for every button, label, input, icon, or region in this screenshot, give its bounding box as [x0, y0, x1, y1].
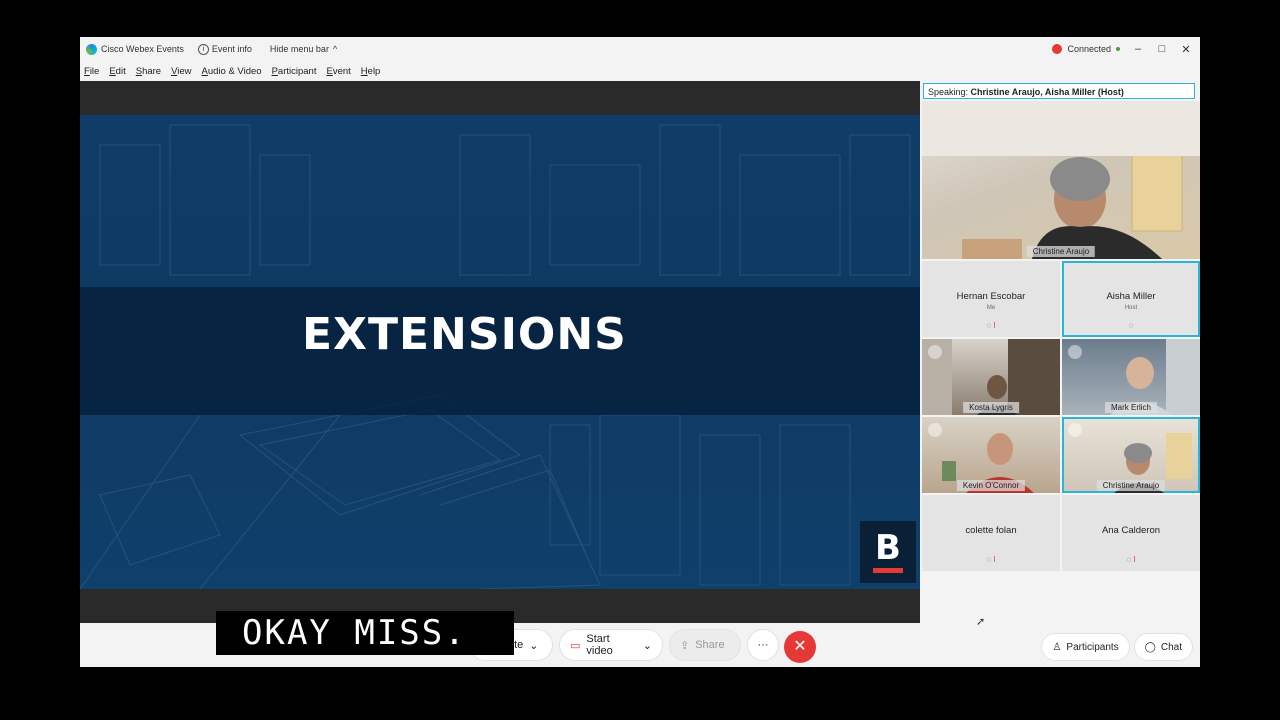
menu-view[interactable]: View — [171, 66, 191, 77]
video-off-icon: ▭ — [570, 639, 581, 652]
chat-label: Chat — [1160, 641, 1182, 653]
minimize-icon[interactable]: – — [1132, 43, 1144, 55]
chat-button[interactable]: ◯ Chat — [1134, 634, 1192, 660]
more-options-icon: ··· — [757, 639, 769, 651]
share-icon: ⇪ — [680, 639, 690, 652]
speaking-label: Speaking: — [928, 87, 969, 97]
leave-meeting-button[interactable]: ✕ — [784, 631, 816, 663]
chevron-up-icon: ^ — [332, 44, 338, 54]
hide-menu-bar-button[interactable]: Hide menu bar ^ — [270, 44, 337, 54]
participant-tile[interactable]: Mark Erlich — [1062, 339, 1200, 415]
menu-help[interactable]: Help — [361, 66, 381, 77]
participant-name: Aisha Miller — [1106, 291, 1156, 302]
pin-icon[interactable] — [928, 345, 942, 359]
active-speaker-name: Christine Araujo — [1026, 246, 1096, 257]
menu-file[interactable]: File — [84, 66, 99, 77]
mic-muted-icon: ǀ — [993, 555, 996, 564]
audio-status: ◌ ǀ — [922, 321, 1060, 330]
share-button[interactable]: ⇪ Share — [670, 630, 740, 660]
participant-name: Kosta Lygris — [963, 402, 1019, 413]
participant-tile[interactable]: Ana Calderon ◌ ǀ — [1062, 495, 1200, 571]
app-title: Cisco Webex Events — [86, 43, 184, 55]
participant-tile[interactable]: Kevin O'Connor — [922, 417, 1060, 493]
mic-muted-icon: ǀ — [1133, 555, 1136, 564]
participants-button[interactable]: ♙ Participants — [1042, 634, 1129, 660]
participant-role: Host — [1124, 305, 1138, 311]
start-video-label: Start video — [586, 633, 613, 657]
speaker-video-frame — [922, 101, 1200, 259]
menu-participant[interactable]: Participant — [272, 66, 317, 77]
participants-label: Participants — [1066, 641, 1119, 653]
menu-bar: File Edit Share View Audio & Video Parti… — [80, 61, 1200, 81]
hide-menu-label: Hide menu bar — [269, 44, 329, 54]
participant-tile[interactable]: Kosta Lygris — [922, 339, 1060, 415]
speaking-indicator: Speaking: Christine Araujo, Aisha Miller… — [923, 83, 1195, 99]
participant-name: Hernan Escobar — [956, 291, 1026, 302]
chat-bubble-icon: ◯ — [1144, 641, 1156, 653]
audio-status: ◌ ǀ — [922, 555, 1060, 564]
participant-tile[interactable]: colette folan ◌ ǀ — [922, 495, 1060, 571]
slide-title: EXTENSIONS — [302, 309, 627, 360]
mouse-cursor-icon: ➚ — [976, 616, 986, 628]
brand-logo: B — [860, 521, 916, 583]
recording-icon — [1052, 44, 1063, 54]
connected-dot-icon — [1116, 47, 1120, 51]
participant-role: Me — [986, 305, 996, 311]
chevron-down-icon: ⌄ — [529, 639, 539, 652]
start-video-button[interactable]: ▭ Start video ⌄ — [560, 630, 662, 660]
active-speaker-video[interactable]: Christine Araujo — [922, 101, 1200, 259]
info-icon: i — [197, 43, 209, 55]
person-icon: ♙ — [1052, 641, 1062, 653]
menu-audio-video[interactable]: Audio & Video — [202, 66, 262, 77]
participant-tile[interactable]: Hernan Escobar Me ◌ ǀ — [922, 261, 1060, 337]
participant-name: Ana Calderon — [1101, 525, 1161, 536]
app-title-text: Cisco Webex Events — [101, 44, 184, 54]
event-info-label: Event info — [211, 44, 252, 54]
title-bar: Cisco Webex Events i Event info Hide men… — [80, 37, 1200, 61]
panel-buttons: ♙ Participants ◯ Chat — [1042, 634, 1192, 660]
participant-name: Mark Erlich — [1104, 402, 1158, 413]
signal-icon: ◌ — [1126, 555, 1132, 564]
brand-logo-bar — [873, 568, 903, 573]
participant-name: colette folan — [965, 525, 1017, 536]
signal-icon: ◌ — [986, 321, 992, 330]
connection-status[interactable]: Connected — [1052, 44, 1120, 54]
signal-icon: ◌ — [1128, 321, 1134, 330]
connection-status-label: Connected — [1067, 44, 1111, 54]
menu-event[interactable]: Event — [326, 66, 350, 77]
pin-icon[interactable] — [1068, 423, 1082, 437]
speaking-names: Christine Araujo, Aisha Miller (Host) — [970, 87, 1124, 97]
menu-edit[interactable]: Edit — [109, 66, 125, 77]
shared-content-stage: EXTENSIONS B — [80, 81, 920, 623]
participant-name: Kevin O'Connor — [956, 480, 1026, 491]
menu-share[interactable]: Share — [136, 66, 161, 77]
webex-logo-icon — [86, 43, 97, 55]
webex-window: Cisco Webex Events i Event info Hide men… — [80, 37, 1200, 667]
brand-logo-letter: B — [875, 528, 901, 568]
share-label: Share — [695, 639, 725, 651]
presentation-slide: EXTENSIONS B — [80, 115, 920, 589]
audio-status: ◌ ǀ — [1062, 555, 1200, 564]
closed-caption: OKAY MISS. — [216, 611, 514, 655]
signal-icon: ◌ — [986, 555, 992, 564]
maximize-icon[interactable]: □ — [1156, 43, 1168, 55]
pin-icon[interactable] — [1068, 345, 1082, 359]
chevron-down-icon: ⌄ — [642, 639, 652, 652]
audio-status: ◌ — [1062, 321, 1200, 330]
event-info-button[interactable]: i Event info — [197, 43, 252, 55]
participant-name: Christine Araujo — [1096, 480, 1166, 491]
participant-tile[interactable]: Aisha Miller Host ◌ — [1062, 261, 1200, 337]
mic-muted-icon: ǀ — [993, 321, 996, 330]
pin-icon[interactable] — [928, 423, 942, 437]
participant-tile[interactable]: Christine Araujo — [1062, 417, 1200, 493]
more-options-button[interactable]: ··· — [748, 630, 778, 660]
close-icon[interactable]: ✕ — [1180, 43, 1192, 56]
close-icon: ✕ — [793, 638, 807, 655]
